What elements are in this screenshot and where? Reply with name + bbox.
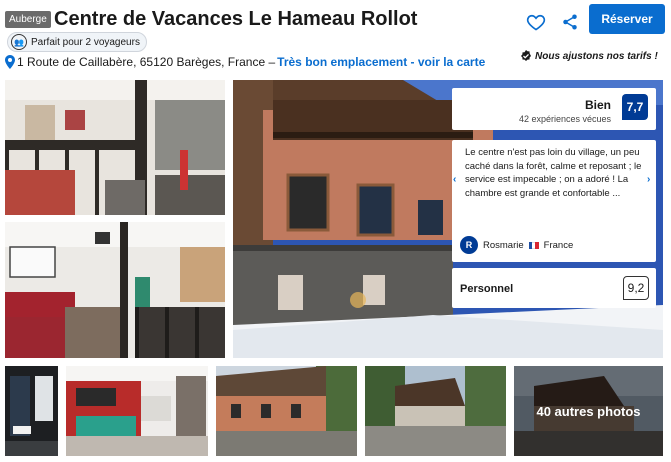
staff-label: Personnel (460, 283, 514, 295)
staff-score-badge: 9,2 (623, 276, 649, 300)
share-icon[interactable] (561, 13, 579, 31)
chevron-left-icon[interactable]: ‹ (453, 174, 461, 186)
france-flag-icon (528, 241, 539, 249)
address-text: 1 Route de Caillabère, 65120 Barèges, Fr… (17, 55, 276, 69)
photo-lobby[interactable] (5, 80, 225, 215)
address-line: 1 Route de Caillabère, 65120 Barèges, Fr… (5, 55, 485, 69)
location-pin-icon (5, 55, 15, 69)
avatar: R (460, 236, 478, 254)
review-text: Le centre n'est pas loin du village, un … (465, 147, 642, 199)
badge-check-icon (521, 50, 531, 61)
property-title: Centre de Vacances Le Hameau Rollot (54, 8, 418, 30)
reserve-button[interactable]: Réserver (589, 4, 665, 34)
map-link[interactable]: Très bon emplacement - voir la carte (277, 55, 485, 69)
review-count: 42 expériences vécues (518, 114, 611, 124)
reviewer-country: France (543, 239, 574, 251)
photo-lounge[interactable] (5, 222, 225, 358)
reviewer-name: Rosmarie (483, 239, 524, 251)
suitability-label: Parfait pour 2 voyageurs (31, 36, 140, 48)
review-summary-card[interactable]: Bien 42 expériences vécues 7,7 (452, 88, 656, 130)
review-score-badge: 7,7 (622, 94, 648, 120)
property-type-badge: Auberge (5, 11, 51, 28)
couple-icon: 👥 (11, 34, 27, 50)
featured-review-card: ‹ Le centre n'est pas loin du village, u… (452, 140, 656, 262)
photo-thumb-building[interactable] (216, 366, 357, 456)
suitability-pill: 👥 Parfait pour 2 voyageurs (7, 32, 147, 52)
staff-score-card: Personnel 9,2 (452, 268, 656, 308)
photo-thumb-village[interactable] (365, 366, 506, 456)
price-match-note[interactable]: Nous ajustons nos tarifs ! (520, 50, 658, 62)
more-photos-label: 40 autres photos (514, 366, 663, 456)
heart-icon[interactable] (526, 12, 546, 32)
rating-label: Bien (584, 98, 611, 112)
photo-thumb-more[interactable]: 40 autres photos (514, 366, 663, 456)
photo-thumb-bathroom[interactable] (5, 366, 58, 456)
price-note-text: Nous ajustons nos tarifs ! (535, 50, 658, 62)
photo-thumb-dining[interactable] (66, 366, 208, 456)
chevron-right-icon[interactable]: › (647, 174, 655, 186)
reviewer-info: R Rosmarie France (460, 236, 573, 254)
